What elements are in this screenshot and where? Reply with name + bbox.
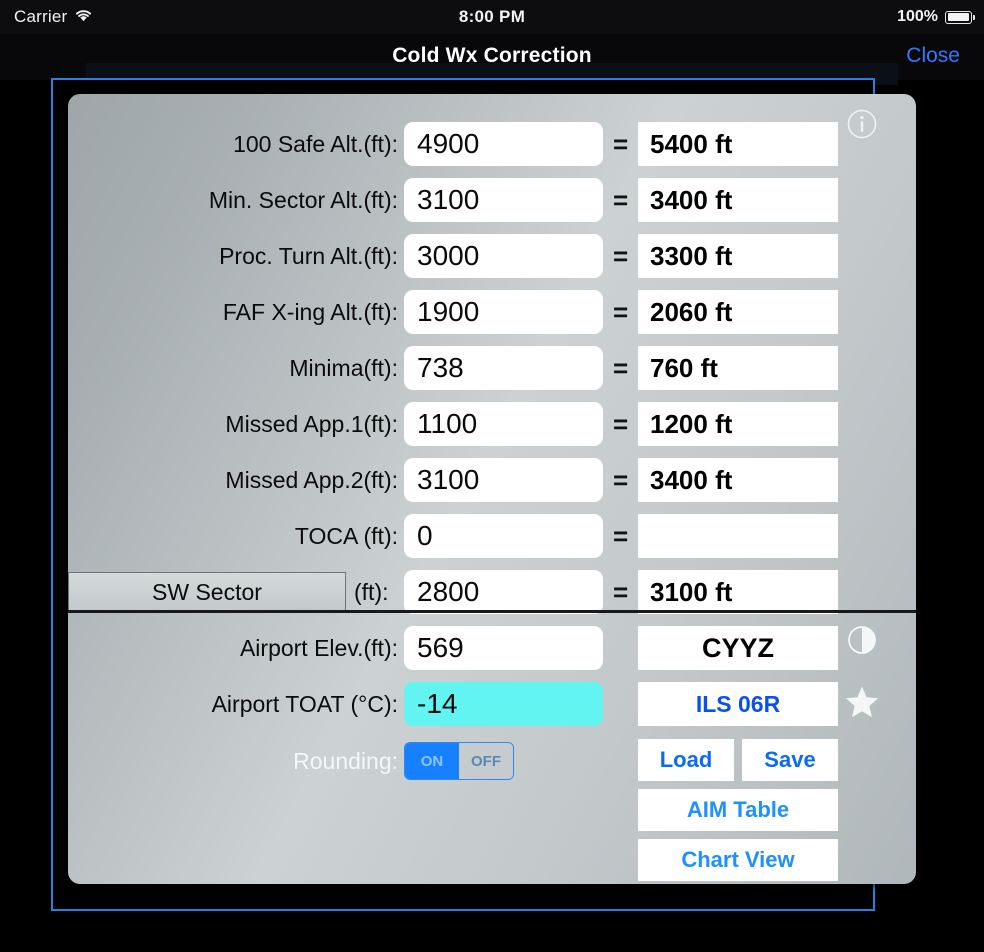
airport-elevation-row: Airport Elev.(ft): 569 CYYZ <box>68 626 916 670</box>
app-screen: Carrier 8:00 PM 100% Cold Wx Correction … <box>0 0 984 952</box>
save-button[interactable]: Save <box>742 739 838 781</box>
altitude-input[interactable]: 3000 <box>404 234 603 278</box>
corrected-result: 3300 ft <box>638 234 838 278</box>
status-bar: Carrier 8:00 PM 100% <box>0 0 984 34</box>
clock: 8:00 PM <box>458 7 526 26</box>
row-label: Missed App.2(ft): <box>225 466 398 493</box>
star-icon[interactable] <box>844 684 880 720</box>
altitude-input[interactable]: 4900 <box>404 122 603 166</box>
equals-sign: = <box>613 577 629 607</box>
rounding-on-option[interactable]: ON <box>405 743 459 779</box>
rounding-off-option[interactable]: OFF <box>459 743 513 779</box>
table-row: 100 Safe Alt.(ft): 4900 = 5400 ft <box>68 122 916 166</box>
altitude-input[interactable]: 3100 <box>404 178 603 222</box>
row-label: FAF X-ing Alt.(ft): <box>222 298 398 325</box>
altitude-input[interactable]: 738 <box>404 346 603 390</box>
row-label: 100 Safe Alt.(ft): <box>233 130 398 157</box>
table-row: TOCA (ft): 0 = <box>68 514 916 558</box>
altitude-input[interactable]: 0 <box>404 514 603 558</box>
corrected-result <box>638 514 838 558</box>
rounding-toggle[interactable]: ON OFF <box>404 742 514 780</box>
equals-sign: = <box>613 129 629 159</box>
table-row: Minima(ft): 738 = 760 ft <box>68 346 916 390</box>
corrected-result: 3400 ft <box>638 178 838 222</box>
altitude-input[interactable]: 1100 <box>404 402 603 446</box>
corrected-result: 3100 ft <box>638 570 838 614</box>
equals-sign: = <box>613 409 629 439</box>
airport-toat-label: Airport TOAT (°C): <box>211 690 398 717</box>
corrected-result: 2060 ft <box>638 290 838 334</box>
table-row: Min. Sector Alt.(ft): 3100 = 3400 ft <box>68 178 916 222</box>
aim-table-button[interactable]: AIM Table <box>638 789 838 831</box>
equals-sign: = <box>613 465 629 495</box>
row-label: TOCA (ft): <box>294 522 398 549</box>
sector-select-button[interactable]: SW Sector <box>68 572 346 612</box>
airport-elev-label: Airport Elev.(ft): <box>239 634 398 661</box>
airport-toat-row: Airport TOAT (°C): -14 ILS 06R <box>68 682 916 726</box>
equals-sign: = <box>613 185 629 215</box>
altitude-input[interactable]: 3100 <box>404 458 603 502</box>
equals-sign: = <box>613 353 629 383</box>
equals-sign: = <box>613 297 629 327</box>
contrast-icon[interactable] <box>846 624 878 656</box>
sector-unit-label: (ft): <box>354 579 389 605</box>
equals-sign: = <box>613 521 629 551</box>
airport-elev-input[interactable]: 569 <box>404 626 603 670</box>
table-row: Proc. Turn Alt.(ft): 3000 = 3300 ft <box>68 234 916 278</box>
corrected-result: 3400 ft <box>638 458 838 502</box>
rounding-row: Rounding: ON OFF Load Save <box>68 739 916 783</box>
close-button[interactable]: Close <box>906 44 960 68</box>
row-label: Proc. Turn Alt.(ft): <box>219 242 398 269</box>
approach-button[interactable]: ILS 06R <box>638 682 838 726</box>
chart-view-button[interactable]: Chart View <box>638 839 838 881</box>
corrected-result: 760 ft <box>638 346 838 390</box>
altitude-input[interactable]: 1900 <box>404 290 603 334</box>
battery-percent-label: 100% <box>897 8 938 25</box>
table-row: Missed App.2(ft): 3100 = 3400 ft <box>68 458 916 502</box>
section-divider <box>68 610 916 613</box>
corrected-result: 1200 ft <box>638 402 838 446</box>
row-label: Missed App.1(ft): <box>225 410 398 437</box>
table-row: FAF X-ing Alt.(ft): 1900 = 2060 ft <box>68 290 916 334</box>
table-row: Missed App.1(ft): 1100 = 1200 ft <box>68 402 916 446</box>
battery-full-icon <box>945 10 975 24</box>
airport-toat-input[interactable]: -14 <box>404 682 603 726</box>
table-row-sector: SW Sector (ft): 2800 = 3100 ft <box>68 570 916 614</box>
rounding-label: Rounding: <box>293 747 398 774</box>
corrected-result: 5400 ft <box>638 122 838 166</box>
status-bar-right: 100% <box>897 8 975 26</box>
equals-sign: = <box>613 241 629 271</box>
row-label: Min. Sector Alt.(ft): <box>208 186 398 213</box>
altitude-input[interactable]: 2800 <box>404 570 603 614</box>
row-label: Minima(ft): <box>289 354 398 381</box>
correction-panel: 100 Safe Alt.(ft): 4900 = 5400 ft Min. S… <box>68 94 916 884</box>
load-button[interactable]: Load <box>638 739 734 781</box>
airport-code-button[interactable]: CYYZ <box>638 626 838 670</box>
